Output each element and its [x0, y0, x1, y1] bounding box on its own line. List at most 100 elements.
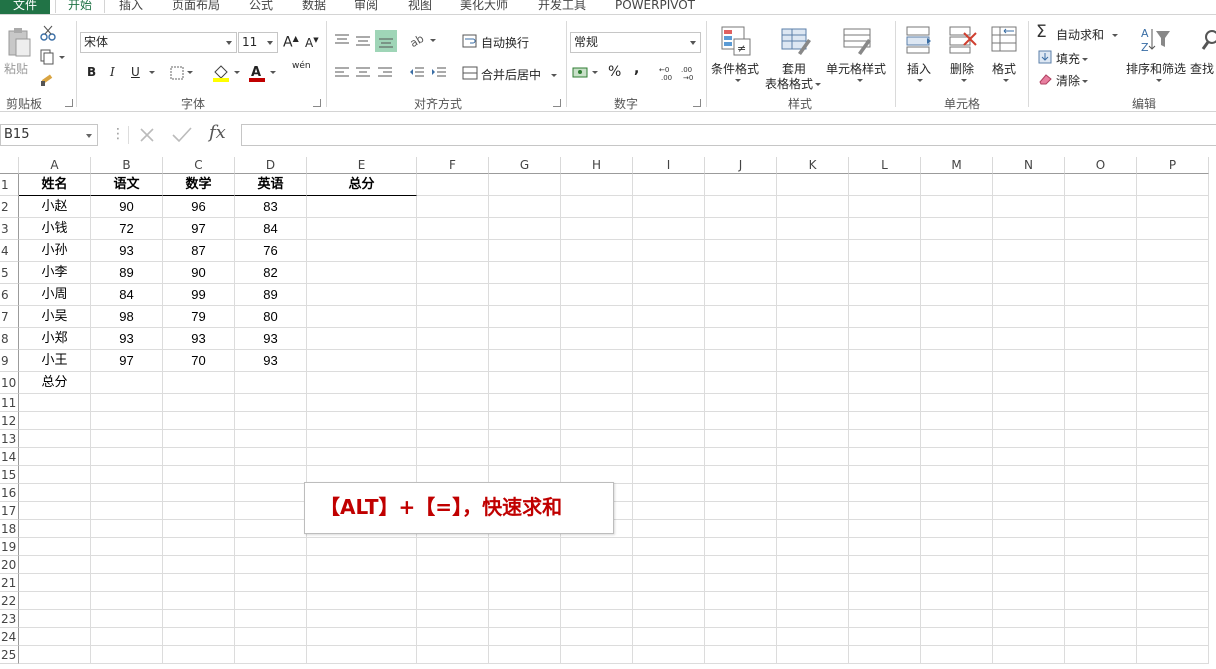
cell-L17[interactable]: [849, 502, 921, 520]
cell-O9[interactable]: [1065, 350, 1137, 372]
phonetic-button[interactable]: wén: [292, 61, 311, 71]
column-header-B[interactable]: B: [91, 157, 163, 174]
cell-D23[interactable]: [235, 610, 307, 628]
cell-E9[interactable]: [307, 350, 417, 372]
cell-D6[interactable]: 89: [235, 284, 307, 306]
cell-M5[interactable]: [921, 262, 993, 284]
cell-C16[interactable]: [163, 484, 235, 502]
cell-M10[interactable]: [921, 372, 993, 394]
increase-indent-icon[interactable]: [431, 66, 447, 80]
cell-K18[interactable]: [777, 520, 849, 538]
cell-M21[interactable]: [921, 574, 993, 592]
cell-N13[interactable]: [993, 430, 1065, 448]
cell-D24[interactable]: [235, 628, 307, 646]
cell-O3[interactable]: [1065, 218, 1137, 240]
column-header-M[interactable]: M: [921, 157, 993, 174]
cell-C4[interactable]: 87: [163, 240, 235, 262]
cell-H21[interactable]: [561, 574, 633, 592]
align-right-icon[interactable]: [377, 66, 393, 80]
cell-J12[interactable]: [705, 412, 777, 430]
cell-L10[interactable]: [849, 372, 921, 394]
cell-F22[interactable]: [417, 592, 489, 610]
cell-D18[interactable]: [235, 520, 307, 538]
cell-P2[interactable]: [1137, 196, 1209, 218]
cell-O18[interactable]: [1065, 520, 1137, 538]
row-header-24[interactable]: 24: [0, 628, 19, 646]
find-button[interactable]: 查找: [1190, 60, 1214, 77]
cell-G14[interactable]: [489, 448, 561, 466]
cell-M1[interactable]: [921, 174, 993, 196]
cell-E7[interactable]: [307, 306, 417, 328]
cell-M9[interactable]: [921, 350, 993, 372]
cell-P4[interactable]: [1137, 240, 1209, 262]
cell-B21[interactable]: [91, 574, 163, 592]
cell-A16[interactable]: [19, 484, 91, 502]
cell-O13[interactable]: [1065, 430, 1137, 448]
cell-M22[interactable]: [921, 592, 993, 610]
row-header-10[interactable]: 10: [0, 372, 19, 394]
cell-D21[interactable]: [235, 574, 307, 592]
cell-A20[interactable]: [19, 556, 91, 574]
cell-F20[interactable]: [417, 556, 489, 574]
cell-B23[interactable]: [91, 610, 163, 628]
row-header-14[interactable]: 14: [0, 448, 19, 466]
cell-C1[interactable]: 数学: [163, 174, 235, 196]
cell-I4[interactable]: [633, 240, 705, 262]
row-header-7[interactable]: 7: [0, 306, 19, 328]
cell-P1[interactable]: [1137, 174, 1209, 196]
cell-D15[interactable]: [235, 466, 307, 484]
cell-K17[interactable]: [777, 502, 849, 520]
tab-3[interactable]: 页面布局: [172, 0, 220, 13]
cell-J1[interactable]: [705, 174, 777, 196]
cell-F10[interactable]: [417, 372, 489, 394]
cell-B9[interactable]: 97: [91, 350, 163, 372]
number-format-select[interactable]: 常规: [570, 32, 701, 53]
cell-I6[interactable]: [633, 284, 705, 306]
enter-icon[interactable]: [170, 126, 194, 144]
cell-N18[interactable]: [993, 520, 1065, 538]
row-header-15[interactable]: 15: [0, 466, 19, 484]
cell-N11[interactable]: [993, 394, 1065, 412]
cell-I15[interactable]: [633, 466, 705, 484]
delete-dropdown-icon[interactable]: [959, 73, 967, 87]
delete-cells-icon[interactable]: [948, 25, 978, 55]
cell-G22[interactable]: [489, 592, 561, 610]
cell-B12[interactable]: [91, 412, 163, 430]
cell-A25[interactable]: [19, 646, 91, 664]
cell-N15[interactable]: [993, 466, 1065, 484]
row-header-17[interactable]: 17: [0, 502, 19, 520]
cell-N1[interactable]: [993, 174, 1065, 196]
font-size-select[interactable]: 11: [238, 32, 278, 53]
cell-K13[interactable]: [777, 430, 849, 448]
cell-H14[interactable]: [561, 448, 633, 466]
column-header-A[interactable]: A: [19, 157, 91, 174]
cell-N21[interactable]: [993, 574, 1065, 592]
select-all-corner[interactable]: [0, 157, 19, 174]
cell-L14[interactable]: [849, 448, 921, 466]
cell-M12[interactable]: [921, 412, 993, 430]
cell-J4[interactable]: [705, 240, 777, 262]
cell-I10[interactable]: [633, 372, 705, 394]
find-icon[interactable]: [1200, 27, 1216, 55]
column-header-K[interactable]: K: [777, 157, 849, 174]
cell-B24[interactable]: [91, 628, 163, 646]
cell-A6[interactable]: 小周: [19, 284, 91, 306]
cell-F12[interactable]: [417, 412, 489, 430]
cell-O11[interactable]: [1065, 394, 1137, 412]
cell-P25[interactable]: [1137, 646, 1209, 664]
cell-D11[interactable]: [235, 394, 307, 412]
name-box[interactable]: B15: [0, 124, 98, 146]
insert-function-icon[interactable]: fx: [209, 122, 226, 143]
cell-C10[interactable]: [163, 372, 235, 394]
cell-D9[interactable]: 93: [235, 350, 307, 372]
cell-I11[interactable]: [633, 394, 705, 412]
cell-K5[interactable]: [777, 262, 849, 284]
cell-K25[interactable]: [777, 646, 849, 664]
cell-K9[interactable]: [777, 350, 849, 372]
cell-K1[interactable]: [777, 174, 849, 196]
cell-G7[interactable]: [489, 306, 561, 328]
cell-C18[interactable]: [163, 520, 235, 538]
cell-C22[interactable]: [163, 592, 235, 610]
cell-A3[interactable]: 小钱: [19, 218, 91, 240]
formula-input[interactable]: [241, 124, 1216, 146]
